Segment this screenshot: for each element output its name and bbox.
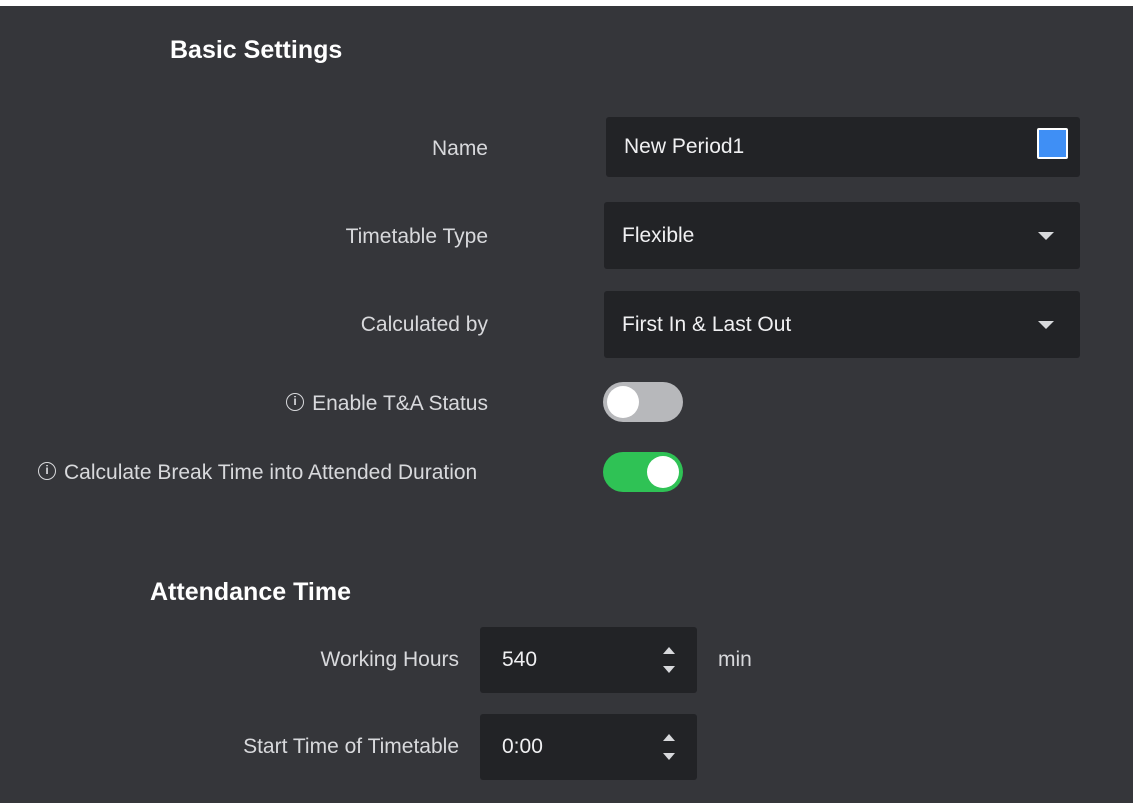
calculate-break-time-toggle[interactable] bbox=[603, 452, 683, 492]
spinner-up-icon[interactable] bbox=[663, 647, 675, 654]
working-hours-value: 540 bbox=[502, 648, 538, 671]
spinner-up-icon[interactable] bbox=[663, 734, 675, 741]
enable-ta-status-label-row: i Enable T&A Status bbox=[286, 392, 488, 416]
calculated-by-select[interactable]: First In & Last Out bbox=[604, 291, 1080, 358]
settings-panel: Basic Settings Name New Period1 Timetabl… bbox=[0, 6, 1133, 803]
name-label: Name bbox=[431, 137, 488, 160]
enable-ta-status-toggle[interactable] bbox=[603, 382, 683, 422]
timetable-type-value: Flexible bbox=[622, 223, 695, 247]
spinner-down-icon[interactable] bbox=[663, 753, 675, 760]
info-icon[interactable]: i bbox=[286, 393, 305, 412]
info-icon[interactable]: i bbox=[38, 462, 56, 481]
start-time-value: 0:00 bbox=[502, 735, 543, 758]
start-time-input[interactable]: 0:00 bbox=[480, 714, 697, 780]
color-picker-swatch[interactable] bbox=[1037, 128, 1068, 159]
timetable-type-select[interactable]: Flexible bbox=[604, 202, 1080, 269]
chevron-down-icon bbox=[1038, 320, 1054, 329]
spinner-icon[interactable] bbox=[663, 645, 677, 675]
basic-settings-title: Basic Settings bbox=[170, 36, 343, 64]
attendance-time-title: Attendance Time bbox=[150, 578, 351, 606]
name-field[interactable]: New Period1 bbox=[606, 117, 1080, 177]
calculate-break-time-label-row: i Calculate Break Time into Attended Dura… bbox=[38, 461, 477, 485]
toggle-knob bbox=[647, 456, 679, 488]
timetable-type-label: Timetable Type bbox=[345, 225, 488, 248]
toggle-knob bbox=[607, 386, 639, 418]
spinner-icon[interactable] bbox=[663, 732, 677, 762]
spinner-down-icon[interactable] bbox=[663, 666, 675, 673]
start-time-label: Start Time of Timetable bbox=[243, 735, 459, 758]
name-value: New Period1 bbox=[624, 135, 745, 158]
working-hours-label: Working Hours bbox=[320, 648, 460, 671]
working-hours-unit: min bbox=[718, 648, 752, 671]
calculated-by-label: Calculated by bbox=[360, 313, 488, 336]
working-hours-input[interactable]: 540 bbox=[480, 627, 697, 693]
enable-ta-status-label: Enable T&A Status bbox=[312, 392, 488, 415]
calculate-break-time-label: Calculate Break Time into Attended Durat… bbox=[64, 461, 478, 484]
calculated-by-value: First In & Last Out bbox=[622, 312, 792, 336]
chevron-down-icon bbox=[1038, 231, 1054, 240]
